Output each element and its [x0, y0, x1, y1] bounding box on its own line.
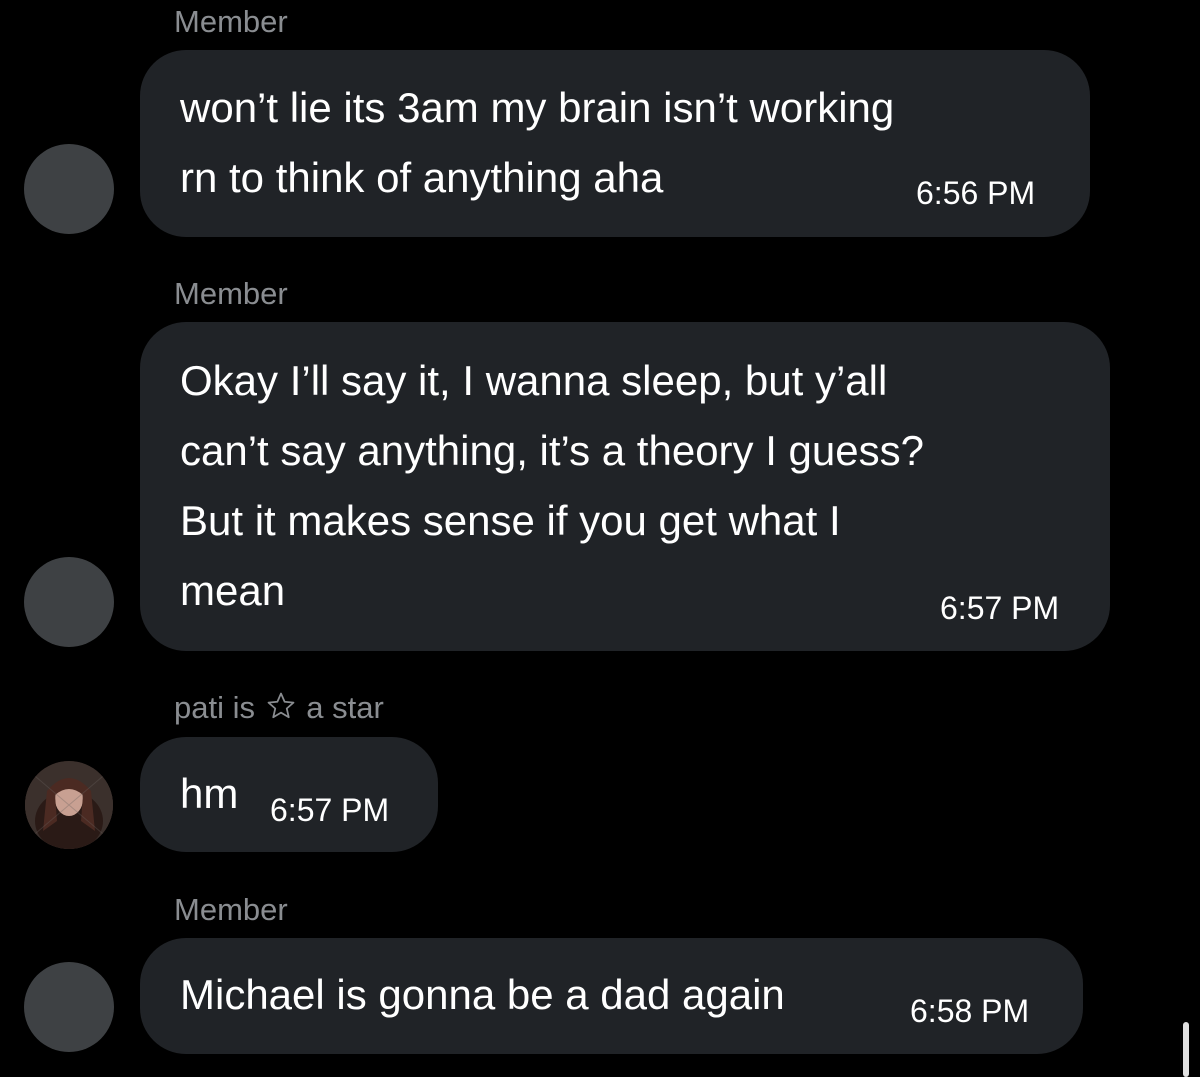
message-bubble[interactable]: Michael is gonna be a dad again 6:58 PM [140, 938, 1083, 1054]
message-timestamp: 6:57 PM [270, 792, 390, 828]
avatar[interactable] [24, 144, 114, 234]
sender-name[interactable]: Member [174, 892, 288, 928]
avatar[interactable] [24, 557, 114, 647]
message-timestamp: 6:58 PM [910, 993, 1030, 1029]
message-bubble[interactable]: won’t lie its 3am my brain isn’t working… [140, 50, 1090, 237]
sender-name-prefix: pati is [174, 690, 255, 725]
avatar[interactable] [25, 761, 113, 849]
message-text: Michael is gonna be a dad again [180, 971, 785, 1018]
message-timestamp: 6:56 PM [916, 175, 1036, 211]
message-bubble[interactable]: Okay I’ll say it, I wanna sleep, but y’a… [140, 322, 1110, 651]
message-bubble[interactable]: hm 6:57 PM [140, 737, 438, 852]
message-timestamp: 6:57 PM [940, 590, 1060, 626]
message-text: Okay I’ll say it, I wanna sleep, but y’a… [180, 357, 924, 614]
avatar[interactable] [24, 962, 114, 1052]
sender-name[interactable]: Member [174, 276, 288, 312]
message-text: hm [180, 770, 239, 817]
avatar-photo [25, 761, 113, 849]
message-text: won’t lie its 3am my brain isn’t working… [180, 84, 895, 201]
sender-name[interactable]: pati is a star [174, 690, 384, 729]
sender-name-suffix: a star [306, 690, 384, 725]
star-outline-icon [266, 691, 296, 729]
sender-name[interactable]: Member [174, 4, 288, 40]
scrollbar[interactable] [1183, 1022, 1189, 1077]
